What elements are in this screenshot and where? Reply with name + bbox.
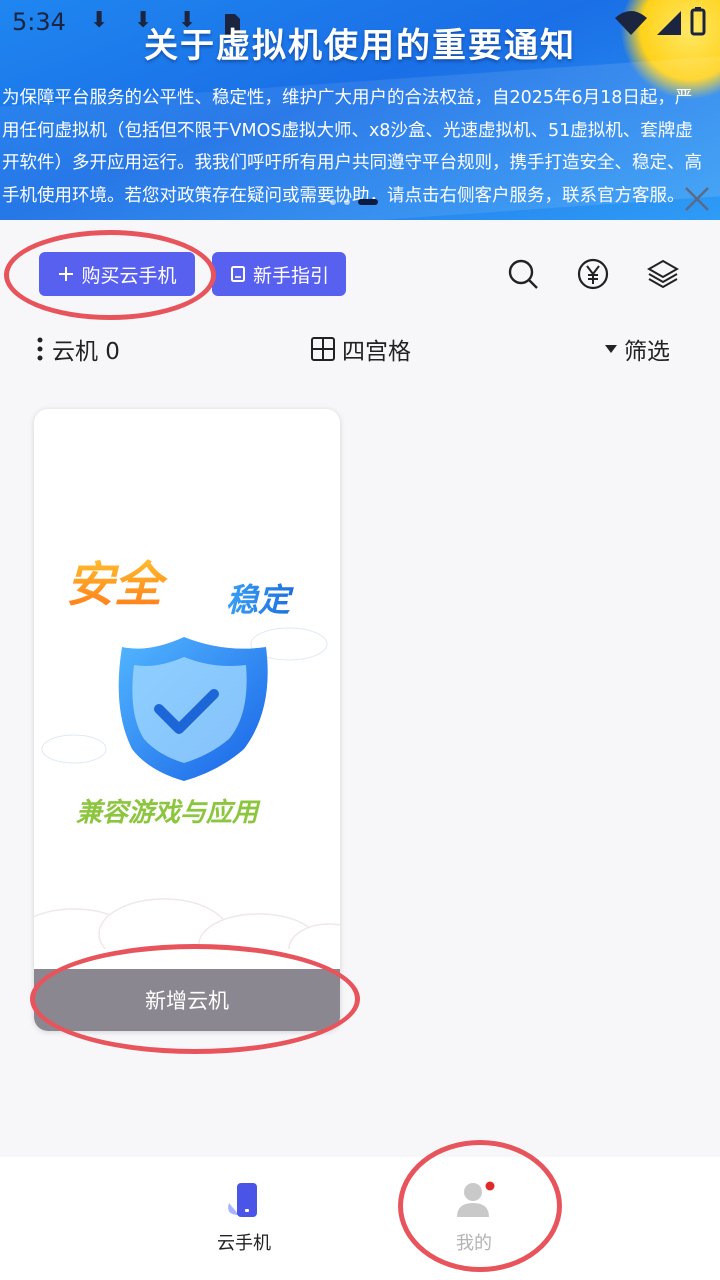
nav-mine-label: 我的 xyxy=(456,1233,492,1254)
grid-icon xyxy=(311,337,335,361)
cloud-count-toggle[interactable]: 云机 0 xyxy=(34,332,120,366)
yuan-coin-icon[interactable] xyxy=(577,258,609,290)
compat-text: 兼容游戏与应用 xyxy=(76,798,261,828)
beginner-guide-button[interactable]: 新手指引 xyxy=(212,252,346,296)
filter-label: 筛选 xyxy=(624,339,670,365)
add-cloud-card[interactable]: 安全 稳定 兼容游戏与应用 新增云机 xyxy=(34,409,340,1031)
beginner-guide-label: 新手指引 xyxy=(252,264,329,287)
plus-icon xyxy=(59,267,74,281)
buy-cloud-phone-button[interactable]: 购买云手机 xyxy=(39,252,195,296)
filter-row: 云机 0 四宫格 筛选 xyxy=(0,330,720,370)
carousel-dot-active xyxy=(358,199,378,205)
grid-view-toggle[interactable]: 四宫格 xyxy=(310,332,411,366)
banner-line: 开软件）多开应用运行。我我们呼吁所有用户共同遵守平台规则，携手打造安全、稳定、高 xyxy=(2,153,702,173)
grid-view-label: 四宫格 xyxy=(342,339,411,365)
nav-cloud-phone-label: 云手机 xyxy=(217,1233,271,1254)
search-icon[interactable] xyxy=(507,258,539,290)
toolbar: 购买云手机 新手指引 xyxy=(0,252,720,298)
banner-line: 手机使用环境。若您对政策存在疑问或需要协助，请点击右侧客户服务，联系官方客服。 xyxy=(2,185,685,206)
bottom-nav: 云手机 我的 xyxy=(0,1157,720,1280)
security-illustration: 安全 稳定 兼容游戏与应用 xyxy=(34,557,340,969)
stable-text: 稳定 xyxy=(226,581,294,619)
notification-badge xyxy=(485,1181,495,1191)
banner-line: 用任何虚拟机（包括但不限于VMOS虚拟大师、x8沙盒、光速虚拟机、51虚拟机、套… xyxy=(2,120,693,141)
book-icon xyxy=(230,266,245,282)
safe-text: 安全 xyxy=(66,557,168,613)
carousel-indicator xyxy=(330,199,378,205)
banner-title: 关于虚拟机使用的重要通知 xyxy=(144,26,576,66)
filter-button[interactable]: 筛选 xyxy=(604,332,670,366)
nav-cloud-phone[interactable]: 云手机 xyxy=(184,1181,304,1255)
notice-banner[interactable]: 5:34 ⬇ ⬇ ⬇ 关于虚拟机使用的重要通知 为保障平台服务的公平性、稳定性，… xyxy=(0,0,720,220)
more-vertical-icon xyxy=(37,337,43,361)
add-cloud-button[interactable]: 新增云机 xyxy=(34,969,340,1031)
cloud-count-label: 云机 0 xyxy=(52,339,120,365)
close-icon[interactable] xyxy=(682,184,712,214)
user-icon xyxy=(457,1181,495,1217)
carousel-dot xyxy=(330,199,336,205)
banner-line: 为保障平台服务的公平性、稳定性，维护广大用户的合法权益，自2025年6月18日起… xyxy=(2,88,693,108)
buy-cloud-phone-label: 购买云手机 xyxy=(81,264,177,287)
triangle-down-icon xyxy=(605,345,617,353)
layers-icon[interactable] xyxy=(647,258,679,290)
carousel-dot xyxy=(344,199,350,205)
phone-icon xyxy=(228,1183,257,1217)
banner-text: 为保障平台服务的公平性、稳定性，维护广大用户的合法权益，自2025年6月18日起… xyxy=(0,82,720,212)
nav-mine[interactable]: 我的 xyxy=(414,1181,534,1255)
